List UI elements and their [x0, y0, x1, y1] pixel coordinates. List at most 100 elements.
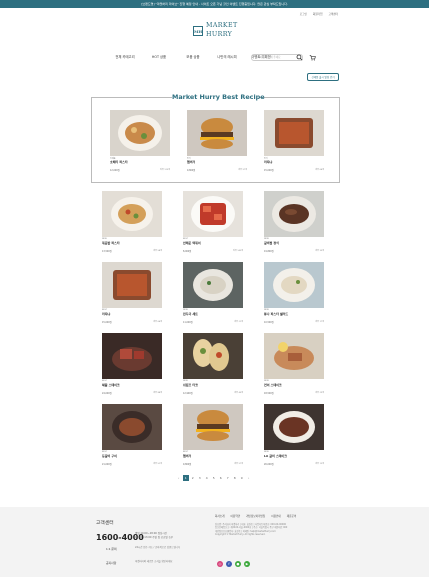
- inquiry-label[interactable]: 1:1 문의: [106, 547, 117, 551]
- product-image[interactable]: [264, 333, 324, 379]
- product-name[interactable]: 볶음밥 파스타: [102, 241, 120, 245]
- product-card[interactable]: BEST 라자냐 15,000원 리뷰 64개: [102, 262, 162, 332]
- page-button-2[interactable]: 2: [190, 475, 196, 481]
- product-tag: NEW: [102, 238, 107, 240]
- product-card[interactable]: NEW 갈비찜 정식 19,800원 리뷰 33개: [264, 191, 324, 261]
- search-icon[interactable]: [296, 54, 303, 61]
- product-image[interactable]: [264, 262, 324, 308]
- cart-icon[interactable]: [309, 54, 316, 61]
- product-review-count: 리뷰 97개: [238, 169, 247, 171]
- footer: 고객센터 1600-4000 평일 10:00~18:00 점심시간 12:00…: [0, 507, 429, 577]
- footer-link-partnership[interactable]: 제휴문의: [287, 514, 297, 518]
- next-page-button[interactable]: ›: [246, 475, 252, 481]
- nav-item-hot[interactable]: HOT 상품: [145, 54, 173, 59]
- footer-link-privacy[interactable]: 개인정보처리방침: [246, 514, 265, 518]
- product-name[interactable]: 라자냐: [102, 312, 110, 316]
- page-button-7[interactable]: 7: [225, 475, 231, 481]
- page-button-1[interactable]: 1: [183, 475, 189, 481]
- product-price: 18,500원: [264, 392, 274, 395]
- product-price: 13,500원: [102, 250, 112, 253]
- product-image[interactable]: [264, 191, 324, 237]
- product-review-count: 리뷰 123개: [160, 169, 170, 171]
- product-review-count: 리뷰 88개: [153, 392, 162, 394]
- product-price: 12,900원: [183, 392, 193, 395]
- product-name[interactable]: 쉬림프 타코: [183, 383, 198, 387]
- product-card[interactable]: NEW 만두국 세트 11,000원 리뷰 21개: [183, 262, 243, 332]
- footer-link-guide[interactable]: 이용안내: [271, 514, 281, 518]
- product-image[interactable]: [110, 110, 170, 156]
- product-price: 15,000원: [102, 321, 112, 324]
- best-recipe-card[interactable]: 신제품 호페티 파스타 12,000원 리뷰 123개: [110, 110, 170, 180]
- page-button-4[interactable]: 4: [204, 475, 210, 481]
- product-card[interactable]: NEW 연어 스테이크 18,500원 리뷰 29개: [264, 333, 324, 403]
- product-name[interactable]: 햄버거: [187, 160, 195, 164]
- product-name[interactable]: 라자냐: [264, 160, 272, 164]
- product-card[interactable]: BEST 햄버거 9,800원 리뷰 97개: [183, 404, 243, 474]
- best-recipe-card[interactable]: 인기 햄버거 9,800원 리뷰 97개: [187, 110, 247, 180]
- product-card[interactable]: NEW 쉬림프 타코 12,900원 리뷰 45개: [183, 333, 243, 403]
- notice-label[interactable]: 공지사항: [106, 561, 116, 565]
- product-image[interactable]: [183, 191, 243, 237]
- kakao-icon[interactable]: ●: [235, 561, 241, 567]
- product-image[interactable]: [183, 333, 243, 379]
- product-name[interactable]: 연어 스테이크: [264, 383, 282, 387]
- company-info: 상호명: 주식회사 마켓허리 | 대표: 홍길동 | 사업자등록번호: 000-…: [215, 523, 325, 537]
- notice-text: 마켓허리의 새로운 소식을 확인하세요: [135, 560, 173, 563]
- facebook-icon[interactable]: f: [226, 561, 232, 567]
- product-price: 8,900원: [183, 250, 192, 253]
- product-name[interactable]: 갈비찜 정식: [264, 241, 279, 245]
- signup-link[interactable]: 회원가입: [313, 12, 323, 16]
- new-product-alert-button[interactable]: 신제품 출시 알림 받기: [307, 73, 339, 81]
- page-button-5[interactable]: 5: [211, 475, 217, 481]
- product-price: 21,000원: [102, 463, 112, 466]
- product-name[interactable]: 햄버거: [183, 454, 191, 458]
- nav-item-my-recipe[interactable]: 나만의 레시피: [213, 54, 241, 59]
- page-button-8[interactable]: 8: [232, 475, 238, 481]
- product-name[interactable]: 안매운 떡볶이: [183, 241, 201, 245]
- product-review-count: 리뷰 17개: [315, 321, 324, 323]
- product-card[interactable]: NEW 튜나 파스타 샐러드 10,500원 리뷰 17개: [264, 262, 324, 332]
- product-tag: BEST: [102, 451, 108, 453]
- product-image[interactable]: [102, 262, 162, 308]
- product-card[interactable]: NEW 볶음밥 파스타 13,500원 리뷰 58개: [102, 191, 162, 261]
- product-review-count: 리뷰 29개: [315, 392, 324, 394]
- product-price: 19,800원: [264, 250, 274, 253]
- product-image[interactable]: [102, 333, 162, 379]
- product-review-count: 리뷰 64개: [153, 321, 162, 323]
- youtube-icon[interactable]: ▶: [244, 561, 250, 567]
- product-card[interactable]: BEST 채끝 스테이크 24,000원 리뷰 88개: [102, 333, 162, 403]
- product-name[interactable]: 튜나 파스타 샐러드: [264, 312, 288, 316]
- product-image[interactable]: [102, 191, 162, 237]
- product-card[interactable]: NEW LA 갈비 스테이크 26,000원 리뷰 12개: [264, 404, 324, 474]
- top-announcement-bar: [브랜드명] "마켓허리 라이브" 진행 예정 안내 - 사이트 오픈 기념 할…: [0, 0, 429, 8]
- footer-link-terms[interactable]: 이용약관: [231, 514, 241, 518]
- product-image[interactable]: [102, 404, 162, 450]
- product-name[interactable]: 만두국 세트: [183, 312, 198, 316]
- footer-link-about[interactable]: 회사소개: [215, 514, 225, 518]
- product-card[interactable]: BEST 등갈비 구이 21,000원 리뷰 51개: [102, 404, 162, 474]
- page-button-9[interactable]: 9: [239, 475, 245, 481]
- product-image[interactable]: [187, 110, 247, 156]
- product-name[interactable]: 등갈비 구이: [102, 454, 117, 458]
- product-name[interactable]: LA 갈비 스테이크: [264, 454, 287, 458]
- product-image[interactable]: [183, 262, 243, 308]
- customer-center-link[interactable]: 고객센터: [328, 12, 338, 16]
- product-name[interactable]: 호페티 파스타: [110, 160, 128, 164]
- nav-item-bundle[interactable]: 모음 상품: [179, 54, 207, 59]
- page-button-6[interactable]: 6: [218, 475, 224, 481]
- product-card[interactable]: BEST 안매운 떡볶이 8,900원 리뷰 142개: [183, 191, 243, 261]
- login-link[interactable]: 로그인: [300, 12, 307, 16]
- product-image[interactable]: [264, 404, 324, 450]
- product-image[interactable]: [183, 404, 243, 450]
- customer-center-title: 고객센터: [96, 521, 114, 526]
- prev-page-button[interactable]: ‹: [176, 475, 182, 481]
- nav-item-all-categories[interactable]: 전체 카테고리: [111, 54, 139, 59]
- best-recipe-card[interactable]: 인기 라자냐 15,000원 리뷰 64개: [264, 110, 324, 180]
- product-image[interactable]: [264, 110, 324, 156]
- instagram-icon[interactable]: ◎: [217, 561, 223, 567]
- product-review-count: 리뷰 12개: [315, 463, 324, 465]
- page-button-3[interactable]: 3: [197, 475, 203, 481]
- product-name[interactable]: 채끝 스테이크: [102, 383, 120, 387]
- site-logo[interactable]: MH MARKET HURRY: [193, 20, 237, 42]
- product-price: 9,800원: [183, 463, 192, 466]
